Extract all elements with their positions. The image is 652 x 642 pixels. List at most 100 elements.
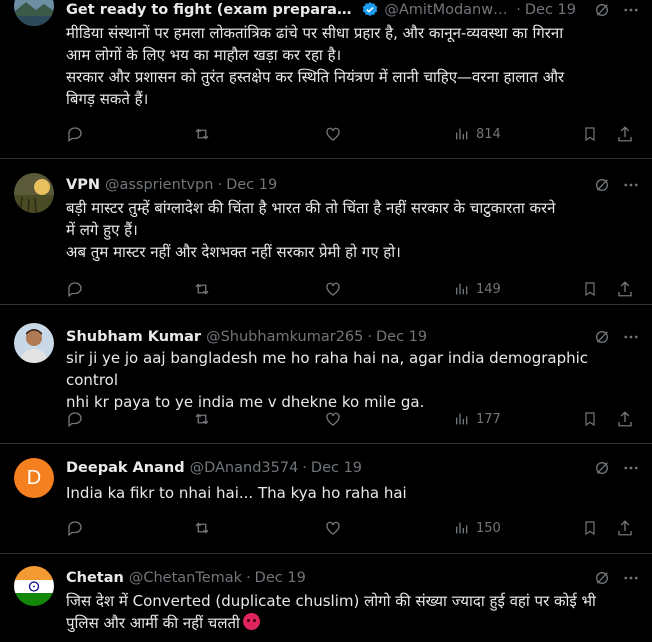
post-header: VPN @assprientvpn · Dec 19	[66, 175, 640, 195]
bookmark-icon	[582, 410, 598, 428]
separator-dot: ·	[516, 2, 521, 18]
post-text-line: पुलिस और आर्मी की नहीं चलती	[66, 612, 638, 634]
header-icons	[594, 0, 640, 20]
angry-face-emoji	[242, 613, 260, 630]
more-options-icon[interactable]	[622, 569, 640, 587]
views-button[interactable]: 150	[454, 518, 501, 538]
post[interactable]: Chetan @ChetanTemak · Dec 19 जिस देश में…	[0, 554, 652, 642]
post-text-line: sir ji ye jo aaj bangladesh me ho raha h…	[66, 349, 593, 389]
reply-icon	[66, 519, 84, 537]
repost-button[interactable]	[192, 409, 212, 429]
reply-button[interactable]	[66, 409, 84, 429]
person-photo-avatar-icon	[14, 323, 54, 363]
avatar[interactable]	[14, 173, 54, 213]
post-date[interactable]: Dec 19	[525, 0, 576, 20]
like-button[interactable]	[324, 409, 342, 429]
more-options-icon[interactable]	[622, 176, 640, 194]
views-button[interactable]: 149	[454, 279, 501, 299]
reply-icon	[66, 125, 84, 143]
post[interactable]: Get ready to fight (exam preparati... @A…	[0, 0, 652, 159]
post[interactable]: Shubham Kumar @Shubhamkumar265 · Dec 19 …	[0, 305, 652, 444]
post-text: India ka fikr to nhai hai... Tha kya ho …	[66, 482, 638, 504]
bookmark-button[interactable]	[582, 124, 598, 144]
india-flag-avatar-icon	[14, 566, 54, 606]
user-handle[interactable]: @assprientvpn	[105, 175, 213, 195]
reply-icon	[66, 410, 84, 428]
post-date[interactable]: Dec 19	[255, 568, 306, 588]
grok-icon[interactable]	[594, 177, 610, 193]
views-count: 150	[476, 520, 501, 536]
bookmark-button[interactable]	[582, 279, 598, 299]
views-chart-icon	[454, 520, 470, 536]
avatar-letter: D	[26, 466, 42, 489]
more-options-icon[interactable]	[622, 1, 640, 19]
repost-icon	[192, 519, 212, 537]
repost-button[interactable]	[192, 518, 212, 538]
views-button[interactable]: 814	[454, 124, 501, 144]
like-button[interactable]	[324, 279, 342, 299]
avatar[interactable]	[14, 0, 54, 26]
header-icons	[594, 175, 640, 195]
user-handle[interactable]: @ChetanTemak	[129, 568, 242, 588]
avatar[interactable]	[14, 323, 54, 363]
user-handle[interactable]: @Shubhamkumar265	[206, 327, 363, 347]
display-name[interactable]: Shubham Kumar	[66, 327, 201, 347]
display-name[interactable]: Chetan	[66, 568, 124, 588]
grok-icon[interactable]	[594, 460, 610, 476]
share-button[interactable]	[616, 518, 634, 538]
reply-button[interactable]	[66, 279, 84, 299]
heart-icon	[324, 519, 342, 537]
post-text: जिस देश में Converted (duplicate chuslim…	[66, 590, 638, 634]
landscape-avatar-icon	[14, 0, 54, 26]
reply-button[interactable]	[66, 518, 84, 538]
display-name[interactable]: Get ready to fight (exam preparati...	[66, 0, 357, 20]
bookmark-icon	[582, 125, 598, 143]
views-chart-icon	[454, 126, 470, 142]
post-text: मीडिया संस्थानों पर हमला लोकतांत्रिक ढां…	[66, 22, 638, 110]
grok-icon[interactable]	[594, 329, 610, 345]
user-handle[interactable]: @DAnand3574	[190, 458, 299, 478]
post-text-line: India ka fikr to nhai hai... Tha kya ho …	[66, 484, 407, 502]
post-date[interactable]: Dec 19	[376, 327, 427, 347]
heart-icon	[324, 410, 342, 428]
avatar[interactable]: D	[14, 458, 54, 498]
repost-button[interactable]	[192, 279, 212, 299]
share-button[interactable]	[616, 409, 634, 429]
heart-icon	[324, 125, 342, 143]
post-text-line-content: पुलिस और आर्मी की नहीं चलती	[66, 614, 240, 632]
post[interactable]: VPN @assprientvpn · Dec 19 बड़ी मास्टर त…	[0, 159, 652, 305]
header-icons	[594, 458, 640, 478]
post-date[interactable]: Dec 19	[226, 175, 277, 195]
avatar[interactable]	[14, 566, 54, 606]
action-bar: 814	[66, 124, 638, 144]
like-button[interactable]	[324, 124, 342, 144]
more-options-icon[interactable]	[622, 328, 640, 346]
repost-icon	[192, 410, 212, 428]
post-text-line: में लगे हुए हैं।	[66, 221, 138, 239]
repost-button[interactable]	[192, 124, 212, 144]
post[interactable]: D Deepak Anand @DAnand3574 · Dec 19 Indi…	[0, 444, 652, 554]
reply-feed: Get ready to fight (exam preparati... @A…	[0, 0, 652, 642]
grok-icon[interactable]	[594, 2, 610, 18]
post-date[interactable]: Dec 19	[311, 458, 362, 478]
share-button[interactable]	[616, 124, 634, 144]
post-text: sir ji ye jo aaj bangladesh me ho raha h…	[66, 347, 638, 413]
user-handle[interactable]: @AmitModanwa...	[384, 0, 512, 20]
header-icons	[594, 568, 640, 588]
reply-button[interactable]	[66, 124, 84, 144]
display-name[interactable]: VPN	[66, 175, 100, 195]
more-options-icon[interactable]	[622, 459, 640, 477]
share-icon	[616, 410, 634, 428]
like-button[interactable]	[324, 518, 342, 538]
action-bar: 149	[66, 279, 638, 299]
post-header: Shubham Kumar @Shubhamkumar265 · Dec 19	[66, 327, 640, 347]
views-button[interactable]: 177	[454, 409, 501, 429]
repost-icon	[192, 280, 212, 298]
bookmark-icon	[582, 519, 598, 537]
grok-icon[interactable]	[594, 570, 610, 586]
share-icon	[616, 125, 634, 143]
bookmark-button[interactable]	[582, 518, 598, 538]
share-button[interactable]	[616, 279, 634, 299]
bookmark-button[interactable]	[582, 409, 598, 429]
display-name[interactable]: Deepak Anand	[66, 458, 185, 478]
